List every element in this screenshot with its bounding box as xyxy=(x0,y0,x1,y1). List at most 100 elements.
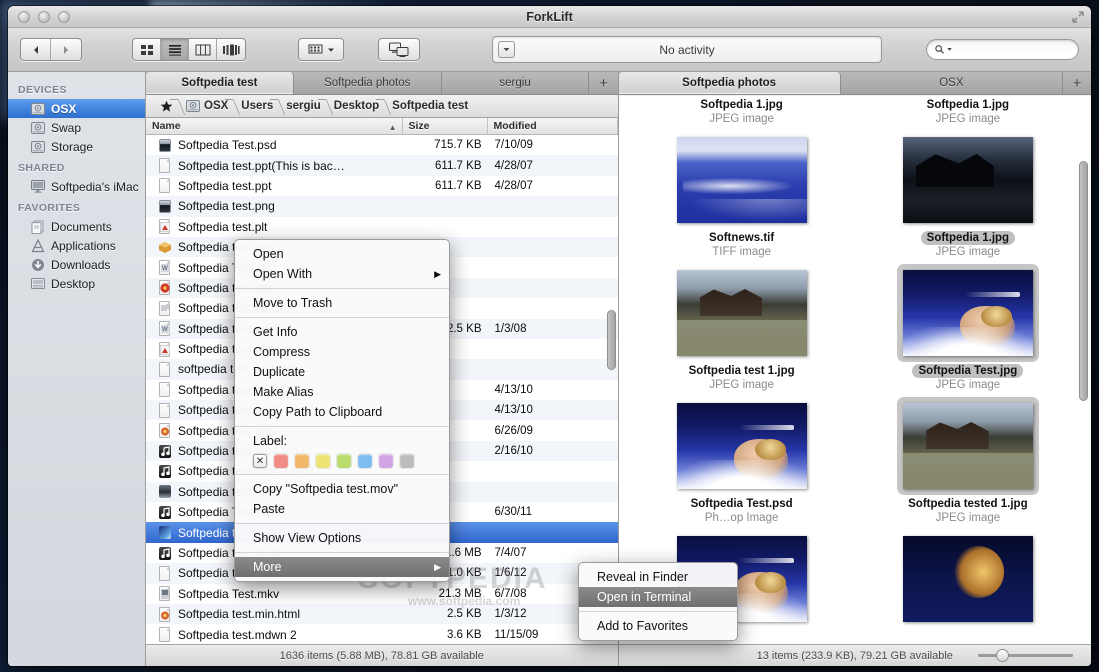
file-context-menu[interactable]: Open Open With ▶ Move to Trash Get Info Compr… xyxy=(234,239,450,582)
table-row[interactable]: Softpedia test.mdwn 2 3.6 KB 11/15/09 xyxy=(146,624,618,644)
back-button[interactable] xyxy=(21,39,51,60)
thumbnail-kind: JPEG image xyxy=(935,512,1001,524)
table-row[interactable]: Softpedia test.png xyxy=(146,196,618,217)
sidebar-item-label: Swap xyxy=(51,120,82,135)
icon-size-slider[interactable] xyxy=(978,649,1073,662)
action-menu-button[interactable] xyxy=(298,38,344,61)
new-tab-button[interactable]: + xyxy=(1063,72,1091,94)
column-header-name[interactable]: Name ▲ xyxy=(146,118,403,134)
view-mode-switcher[interactable] xyxy=(132,38,246,61)
breadcrumb-sergiu[interactable]: sergiu xyxy=(282,95,330,117)
column-header-modified[interactable]: Modified xyxy=(488,118,618,134)
sidebar-item-applications[interactable]: Applications xyxy=(8,236,145,255)
audio-icon xyxy=(158,464,172,479)
menu-item-make-alias[interactable]: Make Alias xyxy=(235,382,449,402)
icon-view-button[interactable] xyxy=(133,39,161,60)
pdb-doc-icon xyxy=(158,219,172,235)
file-size-cell: 611.7 KB xyxy=(435,159,482,172)
breadcrumb-softpedia-test[interactable]: Softpedia test xyxy=(388,95,477,117)
breadcrumb-users[interactable]: Users xyxy=(237,95,282,117)
tab-softpedia-photos[interactable]: Softpedia photos xyxy=(294,72,442,94)
sidebar-item-swap[interactable]: Swap xyxy=(8,118,145,137)
label-color-swatch-7[interactable] xyxy=(400,454,414,468)
coverflow-view-button[interactable] xyxy=(217,39,245,60)
icon-size-slider-knob[interactable] xyxy=(996,649,1009,662)
more-submenu[interactable]: Reveal in Finder Open in Terminal Add to F… xyxy=(578,562,738,641)
menu-item-more[interactable]: More ▶ xyxy=(235,557,449,577)
breadcrumb-osx[interactable]: OSX xyxy=(182,95,237,117)
column-header-size[interactable]: Size xyxy=(403,118,488,134)
sidebar-item-documents[interactable]: Documents xyxy=(8,217,145,236)
breadcrumb-desktop[interactable]: Desktop xyxy=(330,95,388,117)
menu-item-copy-softpedia-test-mov[interactable]: Copy "Softpedia test.mov" xyxy=(235,479,449,499)
label-color-swatch-6[interactable] xyxy=(379,454,393,468)
activity-field[interactable]: No activity xyxy=(492,36,882,63)
label-color-swatch-3[interactable] xyxy=(316,454,330,468)
left-list-scroll-thumb[interactable] xyxy=(606,310,616,370)
right-list-scroll-thumb[interactable] xyxy=(1079,161,1088,401)
fullscreen-icon[interactable] xyxy=(1071,10,1085,24)
thumbnail-item[interactable]: Softpedia 1.jpg JPEG image xyxy=(855,229,1081,362)
label-color-swatch-4[interactable] xyxy=(337,454,351,468)
column-view-button[interactable] xyxy=(189,39,217,60)
menu-item-move-to-trash[interactable]: Move to Trash xyxy=(235,293,449,313)
menu-item-compress[interactable]: Compress xyxy=(235,342,449,362)
thumbnail-item[interactable]: Softpedia tested 1.jpg JPEG image xyxy=(855,495,1081,628)
thumbnail-item[interactable]: Softpedia Test.jpg JPEG image xyxy=(855,362,1081,495)
menu-item-get-info[interactable]: Get Info xyxy=(235,322,449,342)
sidebar-item-softpedia-s-imac[interactable]: Softpedia's iMac xyxy=(8,177,145,196)
sidebar-item-storage[interactable]: Storage xyxy=(8,137,145,156)
label-color-none[interactable]: ✕ xyxy=(253,454,267,468)
menu-item-duplicate[interactable]: Duplicate xyxy=(235,362,449,382)
sidebar-item-osx[interactable]: OSX xyxy=(8,99,145,118)
search-input[interactable] xyxy=(955,43,1070,56)
menu-item-open-with[interactable]: Open With ▶ xyxy=(235,264,449,284)
file-modified-cell: 6/30/11 xyxy=(494,506,533,519)
table-row[interactable]: Softpedia Test.mkv 21.3 MB 6/7/08 xyxy=(146,584,618,604)
blank-doc-icon xyxy=(158,402,172,418)
tab-osx[interactable]: OSX xyxy=(841,72,1063,94)
submenu-item-open-in-terminal[interactable]: Open in Terminal xyxy=(579,587,737,607)
tab-sergiu[interactable]: sergiu xyxy=(442,72,590,94)
thumbnail-item[interactable]: Softpedia 1.jpg JPEG image xyxy=(855,96,1081,229)
menu-item-paste[interactable]: Paste xyxy=(235,499,449,519)
submenu-item-add-to-favorites[interactable]: Add to Favorites xyxy=(579,616,737,636)
table-row[interactable]: Softpedia Test.psd 715.7 KB 7/10/09 xyxy=(146,135,618,155)
search-icon xyxy=(935,45,944,54)
label-color-swatch-2[interactable] xyxy=(295,454,309,468)
sidebar-item-desktop[interactable]: Desktop xyxy=(8,274,145,293)
list-view-button[interactable] xyxy=(161,39,189,60)
table-row[interactable]: Softpedia test.min.html 2.5 KB 1/3/12 xyxy=(146,603,618,625)
right-list-scrollbar[interactable] xyxy=(1077,96,1089,644)
tab-label: + xyxy=(1072,74,1082,92)
forward-button[interactable] xyxy=(51,39,81,60)
thumbnail-item[interactable]: Softnews.tif TIFF image xyxy=(629,229,855,362)
sidebar-item-downloads[interactable]: Downloads xyxy=(8,255,145,274)
menu-item-open[interactable]: Open xyxy=(235,244,449,264)
table-row[interactable]: Softpedia test.ppt 611.7 KB 4/28/07 xyxy=(146,176,618,196)
label-color-row[interactable]: ✕ xyxy=(235,451,449,470)
search-field[interactable] xyxy=(926,39,1079,60)
label-color-swatch-1[interactable] xyxy=(274,454,288,468)
connect-button[interactable] xyxy=(378,38,420,61)
quicktime-icon xyxy=(158,525,172,540)
navigation-buttons[interactable] xyxy=(20,38,82,61)
thumbnail-item[interactable]: Softpedia test 1.jpg JPEG image xyxy=(629,362,855,495)
label-color-swatch-5[interactable] xyxy=(358,454,372,468)
table-row[interactable]: Softpedia test.plt xyxy=(146,217,618,237)
thumbnail-frame xyxy=(671,131,813,229)
menu-item-copy-path-to-clipboard[interactable]: Copy Path to Clipboard xyxy=(235,402,449,422)
video-doc-icon xyxy=(158,586,172,602)
submenu-item-reveal-in-finder[interactable]: Reveal in Finder xyxy=(579,567,737,587)
thumbnail-item[interactable]: Softpedia 1.jpg JPEG image xyxy=(629,96,855,229)
menu-item-show-view-options[interactable]: Show View Options xyxy=(235,528,449,548)
new-tab-button[interactable]: + xyxy=(589,72,617,94)
menu-item-label: Open xyxy=(253,247,284,261)
favorites-star-icon[interactable] xyxy=(152,95,182,117)
documents-folder-icon xyxy=(30,220,45,234)
menu-separator xyxy=(235,523,449,524)
table-row[interactable]: Softpedia test.ppt(This is bac… 611.7 KB 4… xyxy=(146,155,618,176)
tab-softpedia-test[interactable]: Softpedia test xyxy=(146,72,294,94)
tab-softpedia-photos[interactable]: Softpedia photos xyxy=(618,72,841,94)
icon-size-slider-track[interactable] xyxy=(978,654,1073,657)
